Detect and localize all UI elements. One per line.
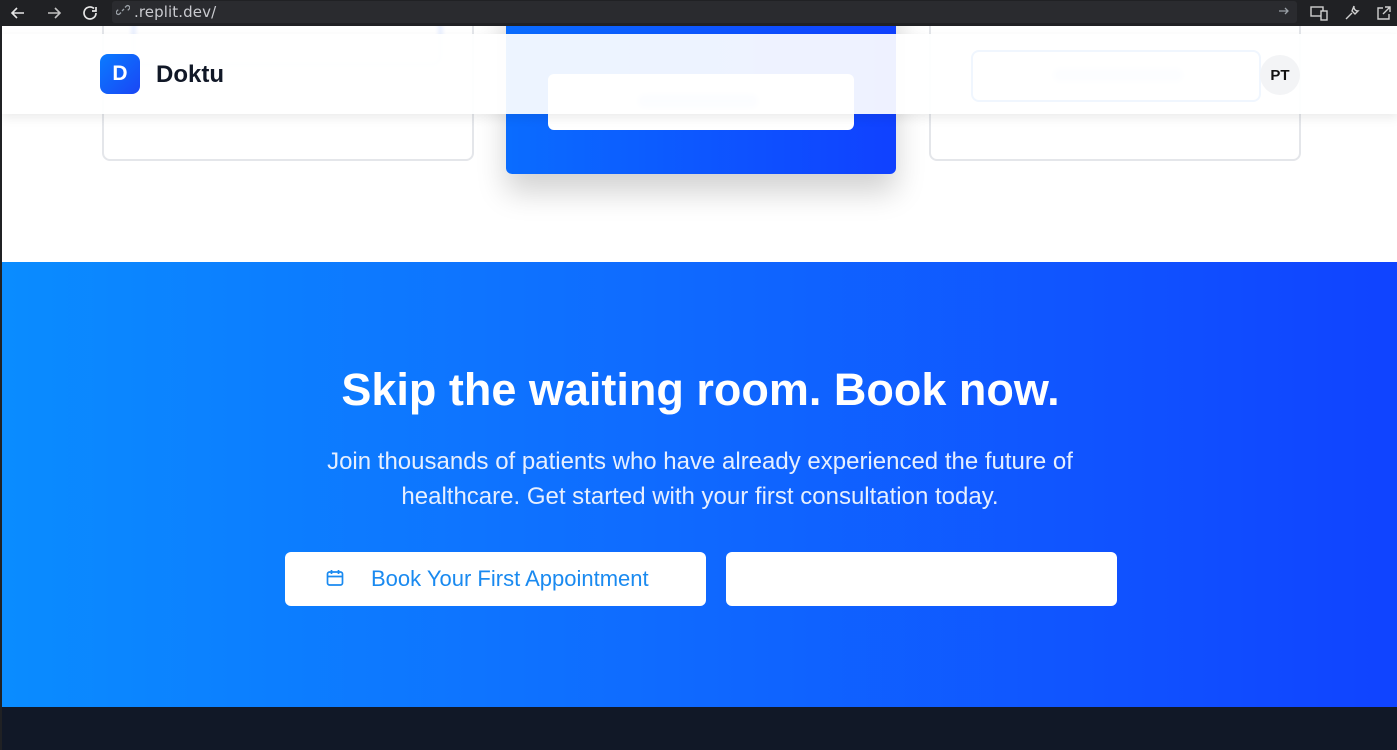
device-icon[interactable] <box>1308 2 1330 24</box>
cta-section: Skip the waiting room. Book now. Join th… <box>2 262 1397 707</box>
reload-icon[interactable] <box>72 0 108 26</box>
address-bar[interactable]: .replit.dev/ <box>112 1 1297 23</box>
logo[interactable]: D <box>100 54 140 94</box>
page-viewport: D Doktu PT Skip the waiting room. Book n… <box>0 26 1397 750</box>
brand-name[interactable]: Doktu <box>156 61 224 89</box>
book-appointment-label: Book Your First Appointment <box>371 566 649 591</box>
book-appointment-button[interactable]: Book Your First Appointment <box>285 552 706 606</box>
calendar-icon <box>325 568 345 593</box>
wrench-icon[interactable] <box>1341 2 1363 24</box>
secondary-cta-button[interactable] <box>726 552 1117 606</box>
url-text: .replit.dev/ <box>134 3 217 21</box>
site-header: D Doktu PT <box>2 34 1397 114</box>
site-footer <box>2 707 1397 750</box>
open-external-icon[interactable] <box>1373 2 1395 24</box>
back-arrow-icon[interactable] <box>0 0 36 26</box>
go-arrow-icon[interactable] <box>1277 4 1291 23</box>
avatar[interactable]: PT <box>1260 55 1300 95</box>
cta-subtitle: Join thousands of patients who have alre… <box>327 448 1073 510</box>
forward-arrow-icon[interactable] <box>36 0 72 26</box>
browser-toolbar: .replit.dev/ <box>0 0 1397 26</box>
link-icon <box>115 3 131 22</box>
cta-title: Skip the waiting room. Book now. <box>341 364 1060 415</box>
